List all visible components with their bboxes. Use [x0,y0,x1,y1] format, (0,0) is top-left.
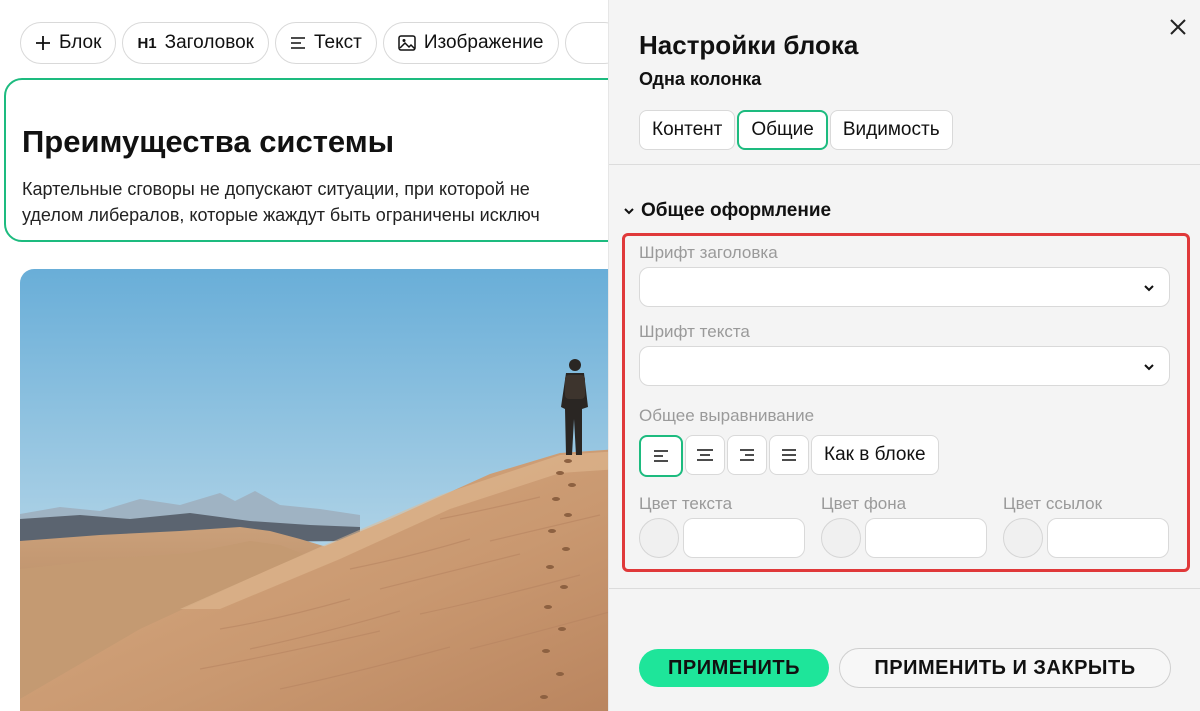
block-toolbar: Блок H1 Заголовок Текст Изображение [20,22,608,64]
align-center-button[interactable] [685,435,725,475]
tab-content[interactable]: Контент [639,110,736,150]
apply-and-close-button[interactable]: ПРИМЕНИТЬ И ЗАКРЫТЬ [839,648,1171,688]
link-color-input[interactable] [1047,518,1169,558]
link-color-picker [1003,518,1169,558]
apply-button[interactable]: ПРИМЕНИТЬ [639,649,829,687]
align-center-icon [697,449,713,461]
block-settings-panel: Настройки блока Одна колонка Контент Общ… [608,0,1200,711]
add-text-label: Текст [313,32,362,53]
align-justify-icon [782,449,796,461]
text-font-select[interactable] [639,346,1170,386]
alignment-label: Общее выравнивание [639,406,815,425]
text-block[interactable]: Преимущества системы Картельные сговоры … [4,78,608,242]
tabs-divider [609,164,1200,165]
heading-font-label: Шрифт заголовка [639,243,778,262]
align-justify-button[interactable] [769,435,809,475]
add-text-button[interactable]: Текст [274,22,377,64]
chevron-down-icon [624,208,634,215]
heading-icon: H1 [137,34,157,52]
page-editor: Блок H1 Заголовок Текст Изображение Преи… [0,0,608,711]
text-color-input[interactable] [683,518,805,558]
block-paragraph: Картельные сговоры не допускают ситуации… [22,176,608,228]
link-color-swatch[interactable] [1003,518,1043,558]
chevron-down-icon [1144,285,1154,292]
plus-icon [36,36,50,50]
tab-general[interactable]: Общие [737,110,828,150]
bg-color-picker [821,518,987,558]
text-color-swatch[interactable] [639,518,679,558]
alignment-group: Как в блоке [639,435,939,477]
close-icon[interactable] [1167,16,1189,38]
align-right-icon [740,449,754,461]
bg-color-swatch[interactable] [821,518,861,558]
add-image-label: Изображение [423,32,544,53]
settings-tabs: Контент Общие Видимость [639,110,953,150]
panel-subtitle: Одна колонка [639,69,762,89]
align-left-icon [654,450,668,462]
heading-font-select[interactable] [639,267,1170,307]
align-right-button[interactable] [727,435,767,475]
section-general-design[interactable]: Общее оформление [623,200,831,222]
align-left-button[interactable] [639,435,683,477]
tab-visibility[interactable]: Видимость [829,110,953,150]
bg-color-input[interactable] [865,518,987,558]
add-image-button[interactable]: Изображение [382,22,559,64]
block-heading: Преимущества системы [22,124,395,159]
chevron-down-icon [1144,364,1154,371]
desert-image [20,269,608,711]
link-color-label: Цвет ссылок [1003,494,1103,513]
add-block-label: Блок [59,32,102,53]
add-heading-label: Заголовок [164,32,254,53]
footer-divider [609,588,1200,589]
add-block-button[interactable]: Блок [20,22,117,64]
panel-title: Настройки блока [639,30,859,60]
bg-color-label: Цвет фона [821,494,907,513]
text-font-label: Шрифт текста [639,322,750,341]
align-as-block-button[interactable]: Как в блоке [811,435,939,475]
image-icon [398,35,416,51]
desert-photo[interactable] [20,269,608,711]
toolbar-more-button[interactable] [564,22,608,64]
section-title: Общее оформление [641,200,832,221]
text-color-label: Цвет текста [639,494,733,513]
block-paragraph-line: уделом либералов, которые жаждут быть ог… [22,205,540,225]
block-paragraph-line: Картельные сговоры не допускают ситуации… [22,179,530,199]
text-lines-icon [290,37,305,49]
add-heading-button[interactable]: H1 Заголовок [122,22,269,64]
text-color-picker [639,518,805,558]
